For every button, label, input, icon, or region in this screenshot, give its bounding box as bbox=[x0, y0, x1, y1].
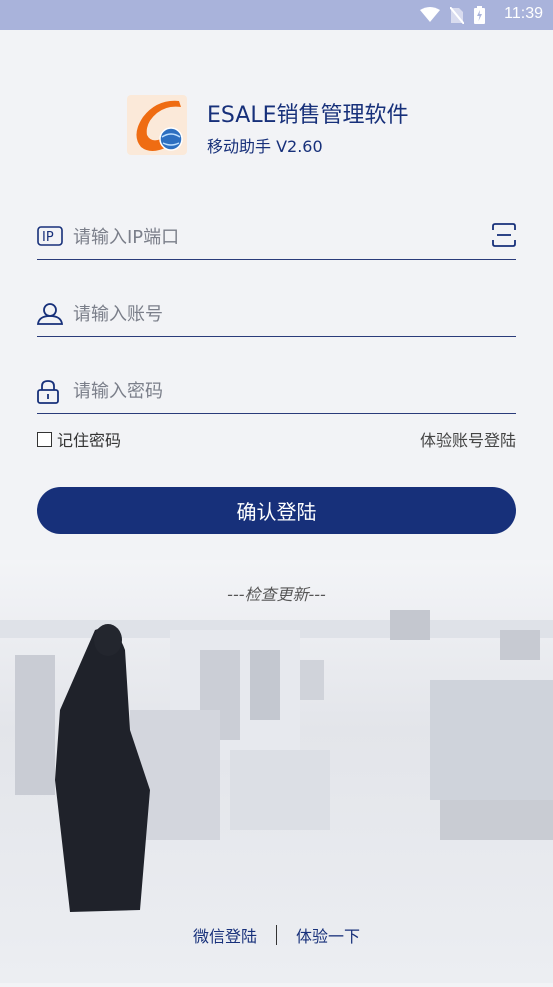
try-it-link[interactable]: 体验一下 bbox=[296, 923, 360, 947]
scan-icon[interactable] bbox=[492, 223, 516, 251]
app-logo bbox=[127, 95, 187, 155]
password-field bbox=[37, 367, 516, 414]
check-update-link[interactable]: ---检查更新--- bbox=[0, 581, 553, 605]
esale-logo-icon bbox=[127, 95, 187, 155]
trial-account-login-link[interactable]: 体验账号登陆 bbox=[420, 427, 516, 451]
ip-field: IP bbox=[37, 213, 516, 260]
remember-password[interactable]: 记住密码 bbox=[37, 427, 121, 451]
bottom-links: 微信登陆 体验一下 bbox=[0, 923, 553, 947]
status-time: 11:39 bbox=[504, 5, 543, 22]
account-field bbox=[36, 290, 516, 337]
account-input[interactable] bbox=[71, 298, 475, 330]
user-icon bbox=[36, 303, 64, 329]
lock-icon bbox=[37, 380, 59, 408]
wifi-icon bbox=[420, 7, 440, 22]
background-image bbox=[0, 560, 553, 983]
divider bbox=[276, 925, 277, 945]
app-title: ESALE销售管理软件 bbox=[207, 103, 409, 128]
remember-checkbox[interactable] bbox=[37, 431, 52, 447]
battery-charging-icon bbox=[474, 6, 485, 24]
no-sim-icon bbox=[450, 6, 464, 24]
wechat-login-link[interactable]: 微信登陆 bbox=[193, 923, 257, 947]
ip-icon: IP bbox=[37, 226, 63, 250]
password-input[interactable] bbox=[71, 375, 475, 407]
ip-port-input[interactable] bbox=[71, 221, 475, 253]
login-button[interactable]: 确认登陆 bbox=[37, 487, 516, 534]
app-version: 移动助手 V2.60 bbox=[207, 137, 323, 156]
store-interior-illustration bbox=[0, 610, 553, 912]
svg-text:IP: IP bbox=[42, 230, 54, 245]
status-bar: 11:39 bbox=[0, 0, 553, 30]
remember-label: 记住密码 bbox=[57, 431, 122, 450]
